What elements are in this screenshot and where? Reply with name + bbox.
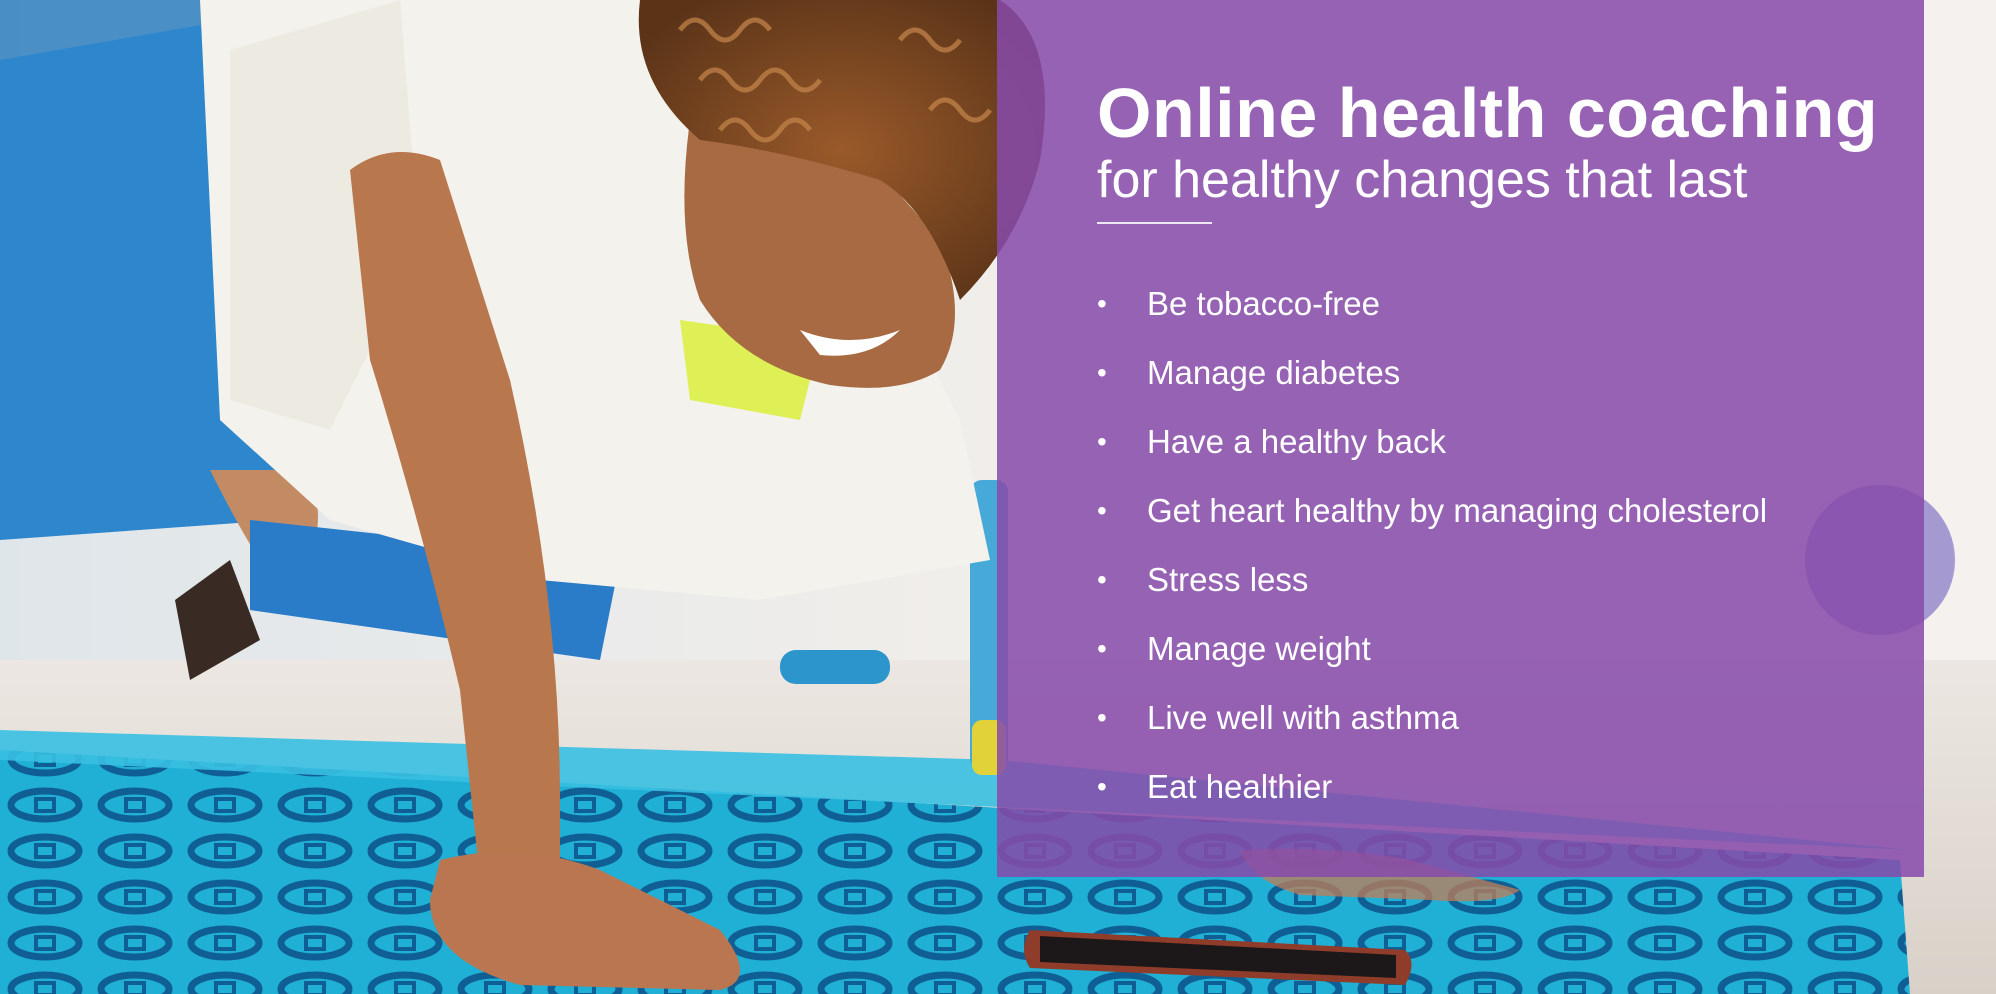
list-item: Live well with asthma	[1097, 693, 1767, 762]
list-item: Manage diabetes	[1097, 348, 1767, 417]
list-item: Stress less	[1097, 555, 1767, 624]
list-item: Get heart healthy by managing cholestero…	[1097, 486, 1767, 555]
list-item: Have a healthy back	[1097, 417, 1767, 486]
subheadline: for healthy changes that last	[1097, 151, 1748, 209]
benefits-list: Be tobacco-free Manage diabetes Have a h…	[1097, 279, 1767, 831]
list-item: Manage weight	[1097, 624, 1767, 693]
divider	[1097, 222, 1212, 224]
list-item: Be tobacco-free	[1097, 279, 1767, 348]
headline: Online health coaching	[1097, 74, 1879, 152]
list-item: Eat healthier	[1097, 762, 1767, 831]
